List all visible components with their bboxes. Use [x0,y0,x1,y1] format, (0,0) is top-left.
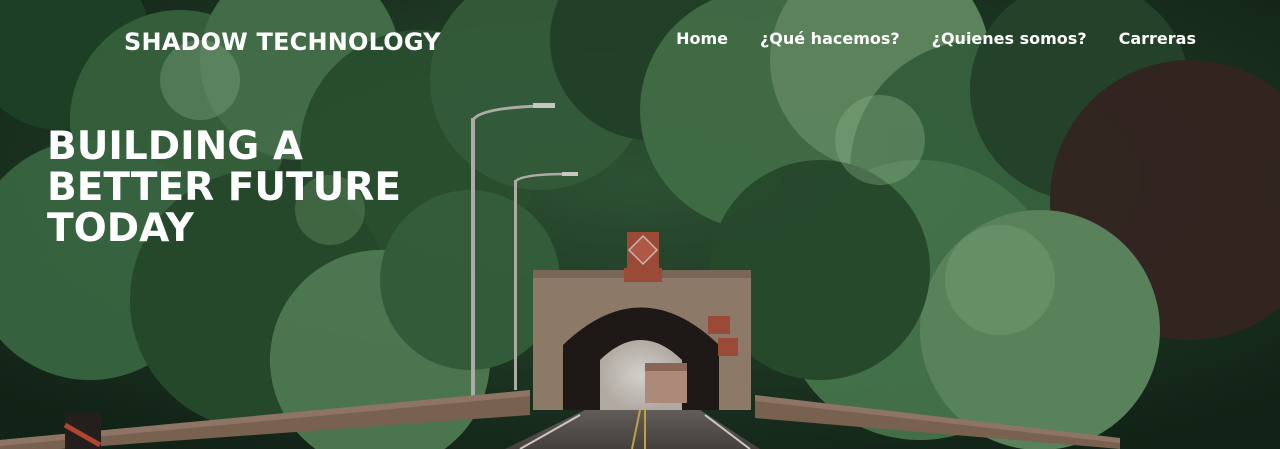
nav-link-que-hacemos[interactable]: ¿Qué hacemos? [760,29,900,48]
hero-section: SHADOW TECHNOLOGY Home ¿Qué hacemos? ¿Qu… [0,0,1280,449]
brand-logo-link[interactable]: SHADOW TECHNOLOGY [124,28,441,56]
hero-headline-line-1: BUILDING A [47,124,304,169]
nav-link-home[interactable]: Home [676,29,728,48]
nav-link-quienes-somos[interactable]: ¿Quienes somos? [932,29,1087,48]
hero-headline: BUILDING A BETTER FUTURE TODAY [47,126,401,249]
hero-headline-line-2: BETTER FUTURE [47,165,401,210]
hero-headline-line-3: TODAY [47,206,194,251]
nav-link-carreras[interactable]: Carreras [1119,29,1196,48]
main-nav: Home ¿Qué hacemos? ¿Quienes somos? Carre… [676,29,1196,48]
